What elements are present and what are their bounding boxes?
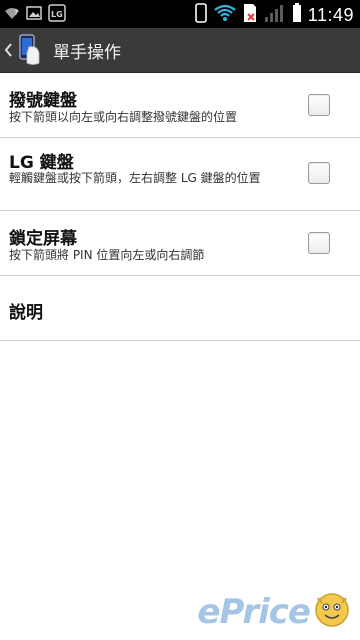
one-hand-phone-icon[interactable]	[17, 33, 43, 67]
setting-summary: 按下箭頭以向左或向右調整撥號鍵盤的位置	[9, 110, 238, 124]
chevron-left-icon[interactable]	[3, 28, 13, 72]
phone-icon	[194, 3, 208, 27]
setting-summary: 按下箭頭將 PIN 位置向左或向右調節	[9, 248, 205, 262]
screen: ? LG 11:49 單手操作 撥號鍵盤 按下箭頭以向左或向右調整撥號鍵盤的位置…	[0, 0, 360, 640]
checkbox[interactable]	[308, 162, 330, 184]
status-time: 11:49	[307, 4, 354, 25]
watermark: ePrice	[197, 588, 354, 636]
setting-row-lg-keyboard[interactable]: LG 鍵盤 輕觸鍵盤或按下箭頭，左右調整 LG 鍵盤的位置	[0, 138, 360, 211]
sim-error-icon	[242, 3, 258, 27]
wifi-icon	[214, 4, 236, 26]
status-left-icons: ? LG	[4, 4, 66, 26]
page-title: 單手操作	[53, 42, 121, 63]
signal-icon	[264, 3, 286, 27]
checkbox[interactable]	[308, 94, 330, 116]
setting-row-help[interactable]: 說明	[0, 276, 360, 341]
status-bar: ? LG 11:49	[0, 0, 360, 28]
setting-row-lock-screen[interactable]: 鎖定屏幕 按下箭頭將 PIN 位置向左或向右調節	[0, 211, 360, 276]
watermark-text: ePrice	[197, 592, 311, 632]
action-bar: 單手操作	[0, 28, 360, 73]
svg-text:?: ?	[14, 8, 18, 17]
setting-title: LG 鍵盤	[9, 153, 74, 173]
lg-icon: LG	[48, 4, 66, 26]
setting-title: 鎖定屏幕	[9, 229, 77, 249]
setting-title: 說明	[9, 303, 43, 323]
settings-list: 撥號鍵盤 按下箭頭以向左或向右調整撥號鍵盤的位置 LG 鍵盤 輕觸鍵盤或按下箭頭…	[0, 73, 360, 341]
battery-icon	[292, 3, 302, 27]
setting-row-dial-keypad[interactable]: 撥號鍵盤 按下箭頭以向左或向右調整撥號鍵盤的位置	[0, 73, 360, 138]
svg-text:LG: LG	[51, 10, 63, 19]
mascot-icon	[310, 588, 354, 636]
image-icon	[26, 5, 42, 25]
setting-summary: 輕觸鍵盤或按下箭頭，左右調整 LG 鍵盤的位置	[9, 171, 261, 185]
wifi-question-icon: ?	[4, 5, 20, 25]
setting-title: 撥號鍵盤	[9, 91, 77, 111]
checkbox[interactable]	[308, 232, 330, 254]
status-right-icons: 11:49	[194, 3, 354, 27]
